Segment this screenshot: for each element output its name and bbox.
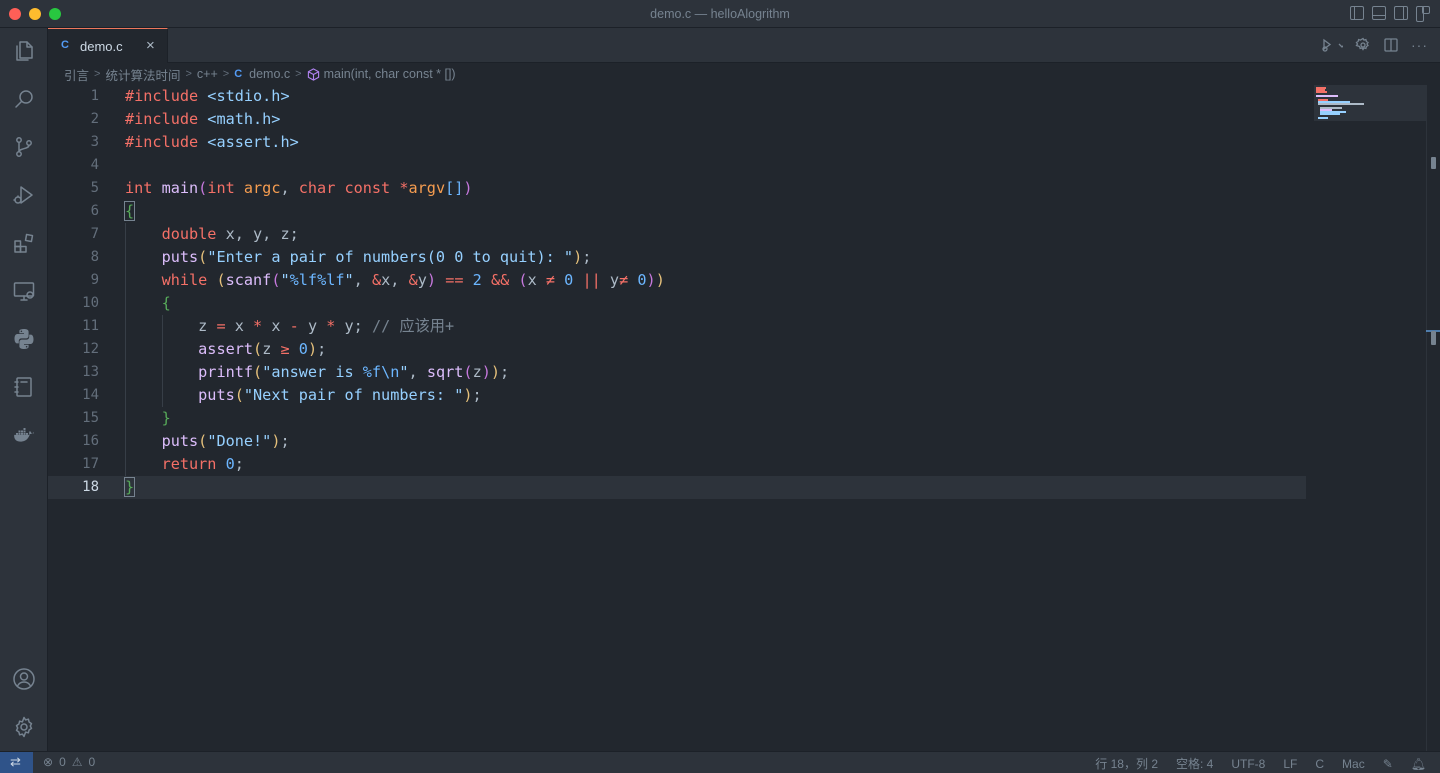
title-bar: demo.c — helloAlogrithm — [0, 0, 1440, 28]
indentation[interactable]: 空格: 4 — [1176, 755, 1213, 772]
problems-indicator[interactable]: ⊗ 0 ⚠ 0 — [43, 755, 95, 769]
code-line: 3 #include <assert.h> — [90, 133, 299, 151]
source-control-icon[interactable] — [12, 135, 36, 159]
chevron-right-icon: > — [185, 68, 192, 80]
split-editor-icon[interactable] — [1383, 37, 1399, 53]
breadcrumb: 引言 > 统计算法时间 > c++ > C demo.c > main(int,… — [48, 63, 1440, 85]
remote-icon[interactable]: ⇄ — [10, 754, 21, 770]
c-file-icon: C — [234, 68, 243, 80]
vertical-scrollbar[interactable] — [1426, 85, 1440, 751]
breadcrumb-item[interactable]: demo.c — [249, 67, 290, 81]
minimap-line — [1318, 117, 1328, 119]
breadcrumb-item[interactable]: 统计算法时间 — [105, 65, 180, 84]
search-icon[interactable] — [12, 87, 36, 111]
code-line: 1 #include <stdio.h> — [90, 87, 290, 105]
code-line: 14 puts("Next pair of numbers: "); — [82, 386, 482, 404]
remote-explorer-icon[interactable] — [12, 279, 36, 303]
explorer-icon[interactable] — [12, 39, 36, 63]
code-line-active: 18 } — [48, 476, 1306, 499]
docker-icon[interactable] — [12, 423, 36, 447]
status-bar-right: 行 18，列 2 空格: 4 UTF-8 LF C Mac ✎ 🔔︎ — [1095, 755, 1426, 772]
activity-bar — [0, 28, 48, 751]
symbol-method-icon — [307, 67, 319, 81]
chevron-right-icon: > — [94, 68, 101, 80]
code-line: 17 return 0; — [82, 455, 244, 473]
toggle-panel-icon[interactable] — [1372, 6, 1386, 20]
language-mode[interactable]: C — [1315, 757, 1324, 771]
settings-icon[interactable] — [1355, 37, 1371, 53]
python-icon[interactable] — [12, 327, 36, 351]
c-file-icon: C — [61, 39, 69, 51]
scrollbar-marker — [1431, 331, 1436, 345]
window-title: demo.c — helloAlogrithm — [650, 7, 790, 21]
run-and-debug-icon[interactable] — [12, 183, 36, 207]
chevron-right-icon: > — [222, 68, 230, 80]
tab-bar: C demo.c × ··· — [48, 28, 1440, 63]
code-line: 8 puts("Enter a pair of numbers(0 0 to q… — [90, 248, 592, 266]
warning-icon: ⚠ — [71, 755, 83, 769]
editor-actions: ··· — [1315, 37, 1428, 53]
code-line: 15 } — [82, 409, 171, 427]
minimap-line — [1316, 91, 1327, 93]
error-count: 0 — [59, 755, 66, 769]
end-of-line[interactable]: LF — [1283, 757, 1297, 771]
accounts-icon[interactable] — [12, 667, 36, 691]
code-line: 4 — [90, 157, 99, 173]
minimap-line — [1320, 113, 1340, 115]
warning-count: 0 — [88, 755, 96, 769]
code-line: 9 while (scanf("%lf%lf", &x, &y) == 2 &&… — [90, 271, 665, 289]
breadcrumb-item[interactable]: main(int, char const * []) — [324, 67, 456, 81]
tab-demo-c[interactable]: C demo.c × — [48, 28, 168, 63]
code-line: 12 assert(z ≥ 0); — [82, 340, 327, 358]
toggle-secondary-sidebar-icon[interactable] — [1394, 6, 1408, 20]
code-line: 16 puts("Done!"); — [82, 432, 290, 450]
status-bar: ⇄ ⊗ 0 ⚠ 0 行 18，列 2 空格: 4 UTF-8 LF C Mac … — [0, 751, 1440, 773]
encoding[interactable]: UTF-8 — [1231, 757, 1265, 771]
minimap[interactable] — [1314, 85, 1426, 121]
notebook-icon[interactable] — [12, 375, 36, 399]
scrollbar-marker — [1431, 157, 1436, 169]
layout-controls — [1350, 6, 1430, 22]
minimap-line — [1318, 103, 1364, 105]
extensions-icon[interactable] — [12, 231, 36, 255]
tab-label: demo.c — [80, 39, 123, 54]
code-line: 6 { — [90, 201, 136, 221]
toggle-primary-sidebar-icon[interactable] — [1350, 6, 1364, 20]
code-line: 13 printf("answer is %f\n", sqrt(z)); — [82, 363, 510, 381]
chevron-right-icon: > — [295, 68, 302, 80]
breadcrumb-item[interactable]: c++ — [197, 67, 218, 81]
error-icon: ⊗ — [43, 755, 54, 769]
more-actions-icon[interactable]: ··· — [1411, 38, 1428, 52]
settings-gear-icon[interactable] — [12, 715, 36, 739]
code-editor[interactable]: 1 #include <stdio.h> 2 #include <math.h>… — [48, 85, 1440, 751]
breadcrumb-item[interactable]: 引言 — [64, 65, 89, 84]
notifications-bell-icon[interactable]: 🔔︎ — [1411, 757, 1426, 771]
code-line: 5 int main(int argc, char const *argv[]) — [90, 179, 473, 197]
run-debug-dropdown-icon[interactable] — [1315, 37, 1343, 53]
minimap-line — [1316, 95, 1338, 97]
cursor-position[interactable]: 行 18，列 2 — [1095, 755, 1158, 772]
code-line: 2 #include <math.h> — [90, 110, 281, 128]
code-line: 10 { — [82, 294, 171, 312]
close-tab-icon[interactable]: × — [146, 37, 155, 54]
code-line: 7 double x, y, z; — [90, 225, 299, 243]
platform[interactable]: Mac — [1342, 757, 1365, 771]
feedback-icon[interactable]: ✎ — [1383, 757, 1393, 771]
code-line: 11 z = x * x - y * y; // 应该用+ — [82, 317, 455, 335]
customize-layout-icon[interactable] — [1416, 6, 1430, 22]
